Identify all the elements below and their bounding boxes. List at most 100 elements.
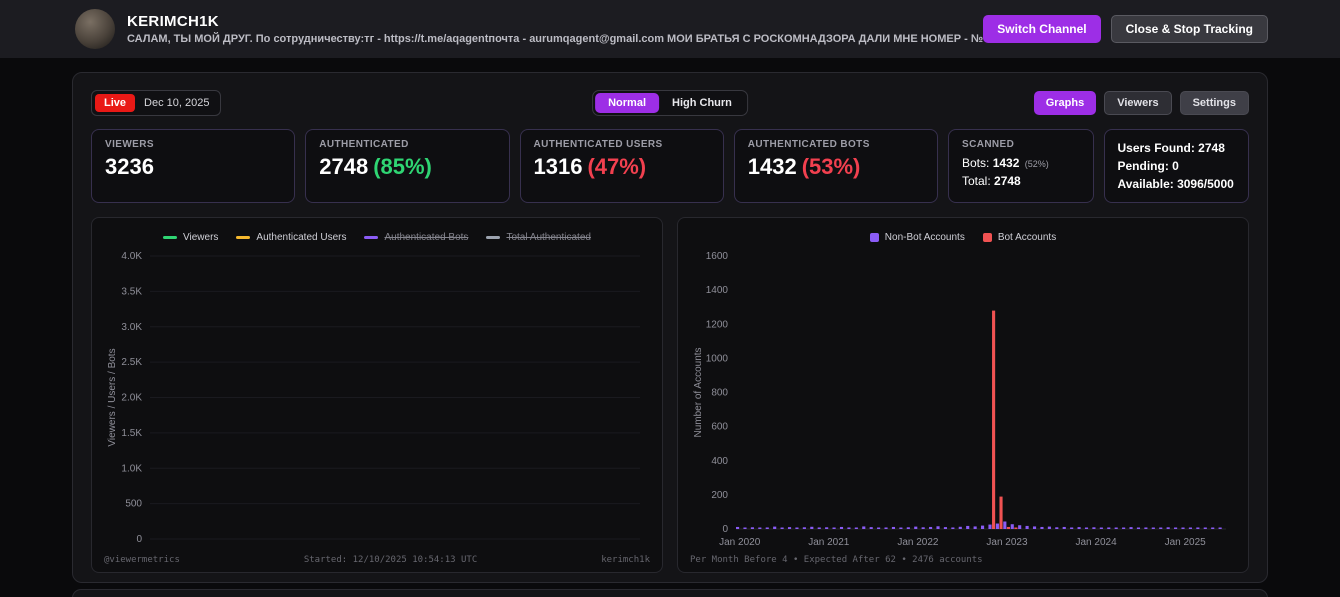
chart-footer-brand: @viewermetrics	[104, 555, 180, 565]
legend-label: Authenticated Users	[256, 231, 347, 243]
legend-marker-icon	[869, 232, 879, 242]
scanned-card: SCANNED Bots: 1432 (52%) Total: 2748	[948, 129, 1094, 203]
svg-text:Jan 2022: Jan 2022	[897, 537, 939, 548]
available-line: Available: 3096/5000	[1117, 177, 1234, 191]
legend-label: Viewers	[183, 231, 219, 243]
scanned-total-value: 2748	[994, 174, 1021, 188]
viewers-line-chart-panel: Viewers Authenticated Users Authenticated …	[91, 217, 663, 573]
tab-settings[interactable]: Settings	[1179, 91, 1249, 115]
stats-row: VIEWERS 3236 AUTHENTICATED 2748 (85%) AUT…	[91, 129, 1249, 203]
svg-text:3.0K: 3.0K	[121, 322, 142, 333]
svg-text:400: 400	[711, 456, 728, 467]
authenticated-value: 2748	[319, 154, 369, 179]
legend-item-non-bot-accounts[interactable]: Non-Bot Accounts	[869, 232, 965, 243]
legend-label: Bot Accounts	[997, 231, 1057, 243]
plot-1-svg: 0 200 400 600 800 1000 1200 1400 1600 Number of A…	[693, 251, 1226, 548]
legend-marker-icon	[982, 232, 992, 242]
svg-text:1000: 1000	[706, 353, 729, 364]
channel-info-group: KERIMCH1K САЛАМ, ТЫ МОЙ ДРУГ. По сотрудн…	[75, 9, 1047, 49]
charts-row: Viewers Authenticated Users Authenticated …	[91, 217, 1249, 573]
legend-marker-icon	[364, 235, 379, 239]
next-panel-edge	[72, 589, 1268, 597]
legend-label: Authenticated Bots	[384, 231, 469, 243]
live-badge: Live	[95, 94, 136, 112]
tracking-panel: Live Dec 10, 2025 Normal High Churn Grap…	[72, 72, 1268, 583]
accounts-bar-chart-panel: Non-Bot Accounts Bot Accounts 0 200 400 600 8…	[677, 217, 1249, 573]
legend-item-viewers[interactable]: Viewers	[163, 232, 218, 243]
header-actions: Switch Channel Close & Stop Tracking	[983, 15, 1268, 43]
viewers-card: VIEWERS 3236	[91, 129, 296, 203]
tab-graphs[interactable]: Graphs	[1033, 91, 1097, 115]
svg-text:0: 0	[136, 534, 142, 545]
panel-toolbar: Live Dec 10, 2025 Normal High Churn Grap…	[91, 89, 1249, 117]
viewers-value: 3236	[105, 154, 154, 179]
authenticated-card: AUTHENTICATED 2748 (85%)	[305, 129, 510, 203]
legend-item-bot-accounts[interactable]: Bot Accounts	[982, 231, 1057, 243]
svg-text:1400: 1400	[706, 285, 729, 296]
svg-text:3.5K: 3.5K	[121, 286, 142, 297]
svg-text:800: 800	[711, 388, 728, 399]
legend-item-authenticated-users[interactable]: Authenticated Users	[236, 232, 346, 243]
chart-footer-channel: kerimch1k	[601, 555, 650, 565]
accounts-chart-legend: Non-Bot Accounts Bot Accounts	[690, 228, 1236, 246]
churn-mode-toggle: Normal High Churn	[592, 90, 748, 116]
accounts-chart-footer: Per Month Before 4 • Expected After 62 •…	[690, 551, 1236, 565]
svg-text:Jan 2021: Jan 2021	[808, 537, 850, 548]
switch-channel-button[interactable]: Switch Channel	[983, 15, 1101, 43]
authenticated-bots-card: AUTHENTICATED BOTS 1432 (53%)	[733, 129, 938, 203]
svg-text:600: 600	[711, 422, 728, 433]
svg-text:1600: 1600	[706, 251, 729, 262]
legend-item-authenticated-bots[interactable]: Authenticated Bots	[364, 232, 468, 243]
scanned-bots-line: Bots: 1432 (52%)	[962, 154, 1080, 172]
svg-text:Number of Accounts: Number of Accounts	[693, 347, 704, 437]
live-status-pill: Live Dec 10, 2025	[91, 90, 222, 116]
scanned-bots-percent: (52%)	[1024, 159, 1049, 169]
accounts-chart-plot: 0 200 400 600 800 1000 1200 1400 1600 Number of A…	[690, 246, 1236, 551]
svg-text:Jan 2020: Jan 2020	[719, 537, 761, 548]
svg-text:4.0K: 4.0K	[121, 251, 142, 262]
authenticated-bots-percent: (53%)	[801, 154, 861, 179]
authenticated-label: AUTHENTICATED	[319, 139, 409, 150]
scanned-label: SCANNED	[962, 139, 1015, 150]
authenticated-users-value: 1316	[533, 154, 583, 179]
svg-text:2.0K: 2.0K	[121, 393, 142, 404]
svg-text:200: 200	[711, 490, 728, 501]
channel-description: САЛАМ, ТЫ МОЙ ДРУГ. По сотрудничеству:тг…	[127, 33, 1048, 45]
view-tabs: Graphs Viewers Settings	[1033, 91, 1249, 115]
legend-marker-icon	[486, 235, 501, 239]
plot-0-svg: 0 500 1.0K 1.5K 2.0K 2.5K 3.0K 3.5K 4.0K Viewers …	[107, 251, 640, 545]
viewers-label: VIEWERS	[105, 139, 154, 150]
authenticated-users-percent: (47%)	[587, 154, 647, 179]
viewers-chart-plot: 0 500 1.0K 1.5K 2.0K 2.5K 3.0K 3.5K 4.0K Viewers …	[104, 246, 650, 551]
svg-text:1200: 1200	[706, 319, 729, 330]
chart-footer-accounts-summary: Per Month Before 4 • Expected After 62 •…	[690, 555, 983, 565]
svg-text:1.0K: 1.0K	[121, 463, 142, 474]
top-header: KERIMCH1K САЛАМ, ТЫ МОЙ ДРУГ. По сотрудн…	[0, 0, 1340, 58]
scanned-bots-value: 1432	[992, 156, 1020, 170]
stream-date: Dec 10, 2025	[144, 97, 210, 109]
svg-text:Viewers / Users / Bots: Viewers / Users / Bots	[107, 348, 118, 446]
channel-text-block: KERIMCH1K САЛАМ, ТЫ МОЙ ДРУГ. По сотрудн…	[127, 13, 1047, 45]
pending-line: Pending: 0	[1117, 159, 1179, 173]
users-found-line: Users Found: 2748	[1117, 141, 1225, 155]
scanned-total-line: Total: 2748	[962, 172, 1080, 190]
chart-footer-started: Started: 12/10/2025 10:54:13 UTC	[303, 555, 478, 565]
tab-viewers[interactable]: Viewers	[1104, 91, 1172, 115]
legend-label: Total Authenticated	[506, 231, 591, 243]
svg-text:Jan 2025: Jan 2025	[1165, 537, 1207, 548]
channel-avatar	[75, 9, 115, 49]
viewers-chart-footer: @viewermetrics Started: 12/10/2025 10:54…	[104, 551, 650, 565]
summary-card: Users Found: 2748 Pending: 0 Available: …	[1103, 129, 1249, 203]
svg-text:500: 500	[125, 499, 142, 510]
viewers-chart-legend: Viewers Authenticated Users Authenticated …	[104, 228, 650, 246]
svg-text:Jan 2023: Jan 2023	[986, 537, 1028, 548]
svg-text:1.5K: 1.5K	[121, 428, 142, 439]
legend-marker-icon	[236, 235, 251, 239]
authenticated-users-card: AUTHENTICATED USERS 1316 (47%)	[519, 129, 724, 203]
mode-normal-button[interactable]: Normal	[595, 93, 660, 113]
mode-high-churn-button[interactable]: High Churn	[659, 93, 745, 113]
scanned-bots-label: Bots:	[962, 156, 990, 170]
close-stop-tracking-button[interactable]: Close & Stop Tracking	[1110, 15, 1268, 43]
legend-item-total-authenticated[interactable]: Total Authenticated	[486, 232, 591, 243]
svg-text:Jan 2024: Jan 2024	[1075, 537, 1117, 548]
